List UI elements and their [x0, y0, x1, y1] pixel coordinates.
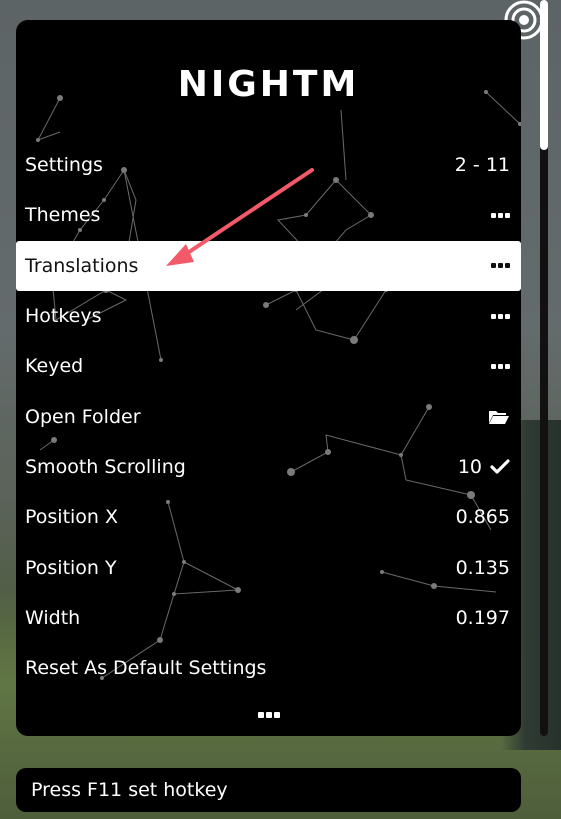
menu-item-value: 10: [457, 455, 482, 478]
folder-open-icon[interactable]: [488, 409, 510, 425]
menu-item-label: Position X: [25, 506, 119, 529]
settings-menu: Settings 2 - 11 Themes Translations Hotk…: [16, 140, 521, 693]
menu-item-reset-default[interactable]: Reset As Default Settings: [16, 643, 521, 693]
more-dots-icon[interactable]: [491, 363, 510, 369]
menu-item-label: Smooth Scrolling: [25, 455, 186, 478]
menu-item-value: 0.197: [455, 606, 510, 629]
menu-item-hotkeys[interactable]: Hotkeys: [16, 291, 521, 341]
menu-item-label: Keyed: [25, 355, 84, 378]
status-bar: Press F11 set hotkey: [16, 768, 521, 812]
menu-item-open-folder[interactable]: Open Folder: [16, 391, 521, 441]
menu-item-keyed[interactable]: Keyed: [16, 341, 521, 391]
menu-item-smooth-scrolling[interactable]: Smooth Scrolling 10: [16, 442, 521, 492]
menu-item-label: Position Y: [25, 556, 117, 579]
menu-item-label: Width: [25, 606, 81, 629]
menu-item-themes[interactable]: Themes: [16, 190, 521, 240]
menu-item-label: Hotkeys: [25, 305, 102, 328]
menu-item-translations[interactable]: Translations: [16, 240, 521, 291]
menu-item-value: 2 - 11: [454, 154, 510, 177]
menu-panel: NIGHTM Settings 2 - 11 Themes Translatio…: [16, 20, 521, 736]
more-dots-icon[interactable]: [257, 712, 280, 718]
menu-item-label: Themes: [25, 204, 101, 227]
menu-item-position-y[interactable]: Position Y 0.135: [16, 542, 521, 592]
menu-item-label: Reset As Default Settings: [25, 657, 267, 680]
more-dots-icon[interactable]: [491, 212, 510, 218]
menu-item-label: Settings: [25, 154, 103, 177]
check-icon[interactable]: [490, 459, 510, 475]
scrollbar-thumb[interactable]: [540, 0, 548, 150]
menu-item-settings[interactable]: Settings 2 - 11: [16, 140, 521, 190]
menu-item-label: Open Folder: [25, 405, 141, 428]
status-text: Press F11 set hotkey: [31, 779, 228, 801]
more-dots-icon[interactable]: [491, 313, 510, 319]
more-button[interactable]: [16, 712, 521, 718]
menu-item-value: 0.865: [455, 506, 510, 529]
app-logo: NIGHTM: [177, 64, 360, 105]
menu-item-position-x[interactable]: Position X 0.865: [16, 492, 521, 542]
menu-item-width[interactable]: Width 0.197: [16, 593, 521, 643]
menu-item-value: 0.135: [455, 556, 510, 579]
more-dots-icon[interactable]: [491, 263, 510, 269]
menu-item-label: Translations: [25, 254, 139, 277]
